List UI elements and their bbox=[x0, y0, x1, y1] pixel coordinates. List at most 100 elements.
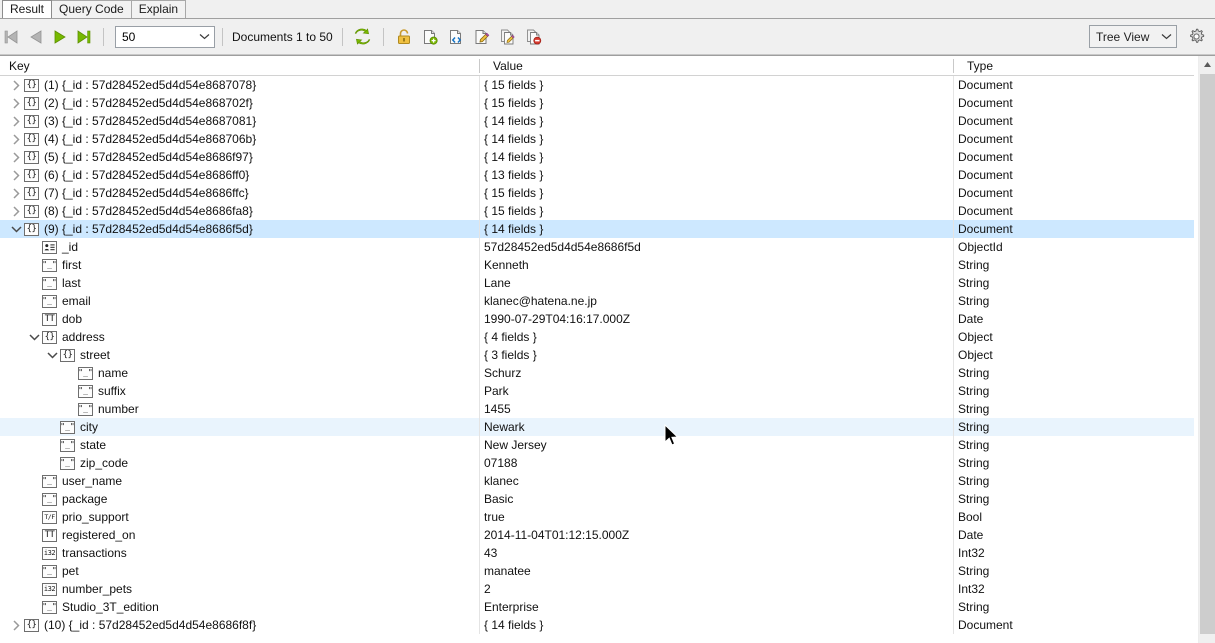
cell-value[interactable]: manatee bbox=[484, 562, 954, 580]
expand-arrow-icon[interactable] bbox=[8, 202, 24, 220]
tree-row[interactable]: {} (3) {_id : 57d28452ed5d4d54e8687081} { … bbox=[0, 112, 1194, 130]
cell-type[interactable]: Document bbox=[958, 130, 1188, 148]
cell-value[interactable]: { 14 fields } bbox=[484, 112, 954, 130]
tree-row[interactable]: "_" Studio_3T_edition Enterprise String bbox=[0, 598, 1194, 616]
cell-value[interactable]: { 15 fields } bbox=[484, 76, 954, 94]
tree-row[interactable]: "_" user_name klanec String bbox=[0, 472, 1194, 490]
cell-type[interactable]: Document bbox=[958, 184, 1188, 202]
tree-row[interactable]: {} (7) {_id : 57d28452ed5d4d54e8686ffc} { … bbox=[0, 184, 1194, 202]
tree-row[interactable]: {} (9) {_id : 57d28452ed5d4d54e8686f5d} { … bbox=[0, 220, 1194, 238]
edit-document-button[interactable] bbox=[469, 24, 495, 50]
chevron-down-icon[interactable] bbox=[194, 27, 214, 47]
cell-value[interactable]: Newark bbox=[484, 418, 954, 436]
view-mode-select[interactable]: Tree View bbox=[1089, 25, 1177, 48]
cell-type[interactable]: String bbox=[958, 400, 1188, 418]
cell-value[interactable]: 2 bbox=[484, 580, 954, 598]
cell-type[interactable]: String bbox=[958, 562, 1188, 580]
tree-row[interactable]: "_" state New Jersey String bbox=[0, 436, 1194, 454]
collapse-arrow-icon[interactable] bbox=[44, 346, 60, 364]
tree-row[interactable]: "_" number 1455 String bbox=[0, 400, 1194, 418]
delete-documents-button[interactable] bbox=[521, 24, 547, 50]
cell-value[interactable]: Schurz bbox=[484, 364, 954, 382]
cell-value[interactable]: 57d28452ed5d4d54e8686f5d bbox=[484, 238, 954, 256]
cell-type[interactable]: String bbox=[958, 274, 1188, 292]
cell-key[interactable]: {} (4) {_id : 57d28452ed5d4d54e868706b} bbox=[0, 130, 478, 148]
cell-type[interactable]: String bbox=[958, 256, 1188, 274]
cell-key[interactable]: {} (7) {_id : 57d28452ed5d4d54e8686ffc} bbox=[0, 184, 478, 202]
tab-query-code[interactable]: Query Code bbox=[51, 0, 132, 18]
tree-row[interactable]: "_" zip_code 07188 String bbox=[0, 454, 1194, 472]
tree-row[interactable]: TT registered_on 2014-11-04T01:12:15.000Z D… bbox=[0, 526, 1194, 544]
column-header-type[interactable]: Type bbox=[958, 56, 1188, 76]
cell-key[interactable]: {} (9) {_id : 57d28452ed5d4d54e8686f5d} bbox=[0, 220, 478, 238]
cell-type[interactable]: Document bbox=[958, 202, 1188, 220]
tree-row[interactable]: {} (10) {_id : 57d28452ed5d4d54e8686f8f} {… bbox=[0, 616, 1194, 634]
cell-key[interactable]: "_" zip_code bbox=[0, 454, 478, 472]
settings-button[interactable] bbox=[1183, 24, 1209, 50]
tab-explain[interactable]: Explain bbox=[130, 0, 187, 18]
cell-type[interactable]: String bbox=[958, 472, 1188, 490]
tree-row[interactable]: "_" package Basic String bbox=[0, 490, 1194, 508]
cell-key[interactable]: {} (6) {_id : 57d28452ed5d4d54e8686ff0} bbox=[0, 166, 478, 184]
tree-row[interactable]: T/F prio_support true Bool bbox=[0, 508, 1194, 526]
cell-key[interactable]: "_" user_name bbox=[0, 472, 478, 490]
cell-key[interactable]: {} (10) {_id : 57d28452ed5d4d54e8686f8f} bbox=[0, 616, 478, 634]
cell-type[interactable]: Document bbox=[958, 148, 1188, 166]
expand-arrow-icon[interactable] bbox=[8, 616, 24, 634]
cell-value[interactable]: { 4 fields } bbox=[484, 328, 954, 346]
cell-key[interactable]: "_" number bbox=[0, 400, 478, 418]
cell-type[interactable]: Date bbox=[958, 310, 1188, 328]
cell-key[interactable]: TT dob bbox=[0, 310, 478, 328]
cell-key[interactable]: "_" Studio_3T_edition bbox=[0, 598, 478, 616]
cell-value[interactable]: { 14 fields } bbox=[484, 616, 954, 634]
column-divider[interactable] bbox=[953, 59, 954, 73]
tree-row[interactable]: {} (5) {_id : 57d28452ed5d4d54e8686f97} { … bbox=[0, 148, 1194, 166]
tree-row[interactable]: i32 transactions 43 Int32 bbox=[0, 544, 1194, 562]
cell-key[interactable]: i32 transactions bbox=[0, 544, 478, 562]
cell-key[interactable]: "_" state bbox=[0, 436, 478, 454]
cell-type[interactable]: String bbox=[958, 454, 1188, 472]
tree-row[interactable]: "_" last Lane String bbox=[0, 274, 1194, 292]
expand-arrow-icon[interactable] bbox=[8, 148, 24, 166]
page-size-select[interactable]: 50 bbox=[115, 25, 215, 48]
cell-type[interactable]: String bbox=[958, 418, 1188, 436]
cell-key[interactable]: {} (2) {_id : 57d28452ed5d4d54e868702f} bbox=[0, 94, 478, 112]
cell-value[interactable]: Lane bbox=[484, 274, 954, 292]
cell-type[interactable]: Bool bbox=[958, 508, 1188, 526]
cell-value[interactable]: { 15 fields } bbox=[484, 202, 954, 220]
cell-value[interactable]: Enterprise bbox=[484, 598, 954, 616]
cell-type[interactable]: String bbox=[958, 382, 1188, 400]
cell-value[interactable]: { 15 fields } bbox=[484, 184, 954, 202]
view-json-button[interactable] bbox=[443, 24, 469, 50]
cell-value[interactable]: klanec bbox=[484, 472, 954, 490]
tree-row[interactable]: TT dob 1990-07-29T04:16:17.000Z Date bbox=[0, 310, 1194, 328]
cell-value[interactable]: { 13 fields } bbox=[484, 166, 954, 184]
cell-key[interactable]: "_" city bbox=[0, 418, 478, 436]
cell-type[interactable]: String bbox=[958, 292, 1188, 310]
column-header-key[interactable]: Key bbox=[0, 56, 478, 76]
cell-value[interactable]: New Jersey bbox=[484, 436, 954, 454]
expand-arrow-icon[interactable] bbox=[8, 76, 24, 94]
cell-type[interactable]: String bbox=[958, 490, 1188, 508]
cell-type[interactable]: String bbox=[958, 436, 1188, 454]
cell-type[interactable]: String bbox=[958, 364, 1188, 382]
collapse-arrow-icon[interactable] bbox=[8, 220, 24, 238]
vertical-scrollbar[interactable] bbox=[1198, 56, 1215, 643]
cell-type[interactable]: Document bbox=[958, 76, 1188, 94]
cell-type[interactable]: String bbox=[958, 598, 1188, 616]
scroll-up-button[interactable] bbox=[1199, 56, 1215, 73]
cell-key[interactable]: {} (8) {_id : 57d28452ed5d4d54e8686fa8} bbox=[0, 202, 478, 220]
previous-page-button[interactable] bbox=[24, 24, 48, 50]
tree-row[interactable]: {} (1) {_id : 57d28452ed5d4d54e8687078} { … bbox=[0, 76, 1194, 94]
cell-value[interactable]: true bbox=[484, 508, 954, 526]
cell-value[interactable]: 1455 bbox=[484, 400, 954, 418]
cell-key[interactable]: "_" email bbox=[0, 292, 478, 310]
cell-value[interactable]: 43 bbox=[484, 544, 954, 562]
cell-value[interactable]: Kenneth bbox=[484, 256, 954, 274]
next-page-button[interactable] bbox=[48, 24, 72, 50]
cell-key[interactable]: {} (5) {_id : 57d28452ed5d4d54e8686f97} bbox=[0, 148, 478, 166]
tree-row[interactable]: _id 57d28452ed5d4d54e8686f5d ObjectId bbox=[0, 238, 1194, 256]
add-document-button[interactable] bbox=[417, 24, 443, 50]
cell-value[interactable]: Basic bbox=[484, 490, 954, 508]
chevron-down-icon[interactable] bbox=[1156, 33, 1176, 40]
